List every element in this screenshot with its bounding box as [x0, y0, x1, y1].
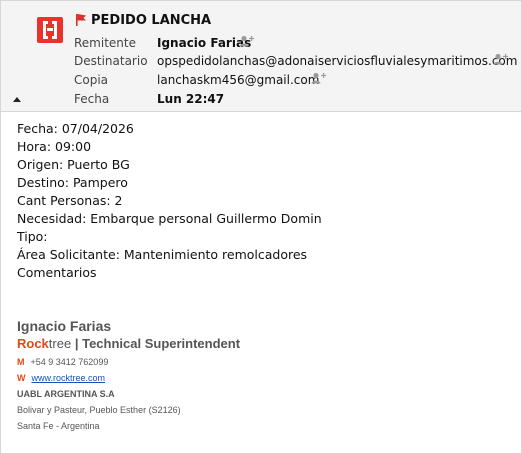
body-line: Comentarios — [17, 265, 97, 280]
add-contact-icon[interactable] — [493, 53, 509, 65]
add-contact-icon[interactable] — [239, 35, 255, 47]
body-line: Área Solicitante: Mantenimiento remolcad… — [17, 247, 308, 262]
date-value: Lun 22:47 — [157, 92, 225, 106]
body-line: Tipo: — [17, 229, 48, 244]
sender-value[interactable]: Ignacio Farias — [157, 36, 251, 50]
body-line: Necesidad: Embarque personal Guillermo D… — [17, 211, 322, 226]
body-line: Destino: Pampero — [17, 175, 128, 190]
signature-phone: +54 9 3412 762099 — [30, 357, 109, 367]
signature-brand-line: Rocktree | Technical Superintendent — [17, 336, 240, 351]
recipient-label: Destinatario — [74, 54, 148, 68]
flag-icon[interactable] — [75, 13, 87, 27]
signature-title: Technical Superintendent — [82, 336, 241, 351]
app-logo-icon — [37, 17, 63, 43]
signature-name: Ignacio Farias — [17, 318, 112, 334]
phone-letter: M — [17, 357, 25, 367]
signature-address-1: Bolivar y Pasteur, Pueblo Esther (S2126) — [17, 405, 181, 415]
cc-label: Copia — [74, 73, 109, 87]
recipient-value[interactable]: opspedidolanchas@adonaiserviciosfluviale… — [157, 54, 517, 68]
sender-label: Remitente — [74, 36, 136, 50]
body-line: Origen: Puerto BG — [17, 157, 130, 172]
email-signature: Ignacio Farias Rocktree | Technical Supe… — [17, 318, 240, 431]
collapse-arrow-icon[interactable] — [13, 97, 21, 102]
web-letter: W — [17, 373, 26, 383]
brand-tree: tree — [48, 336, 72, 351]
cc-value[interactable]: lanchaskm456@gmail.com — [157, 73, 319, 87]
signature-company: UABL ARGENTINA S.A — [17, 389, 115, 399]
body-line: Hora: 09:00 — [17, 139, 92, 154]
add-contact-icon[interactable] — [311, 72, 327, 84]
date-label: Fecha — [74, 92, 110, 106]
signature-separator: | — [74, 336, 79, 351]
email-window: PEDIDO LANCHA Remitente Ignacio Farias D… — [0, 0, 522, 454]
email-header: PEDIDO LANCHA Remitente Ignacio Farias D… — [1, 1, 521, 112]
signature-phone-line: M +54 9 3412 762099 — [17, 357, 240, 367]
body-line: Fecha: 07/04/2026 — [17, 121, 134, 136]
signature-web-line: Wwww.rocktree.com — [17, 373, 240, 383]
body-line: Cant Personas: 2 — [17, 193, 123, 208]
email-body: Fecha: 07/04/2026 Hora: 09:00 Origen: Pu… — [17, 120, 322, 282]
signature-website-link[interactable]: www.rocktree.com — [32, 373, 106, 383]
signature-address-2: Santa Fe - Argentina — [17, 421, 100, 431]
email-subject: PEDIDO LANCHA — [91, 13, 212, 28]
brand-rock: Rock — [17, 336, 49, 351]
